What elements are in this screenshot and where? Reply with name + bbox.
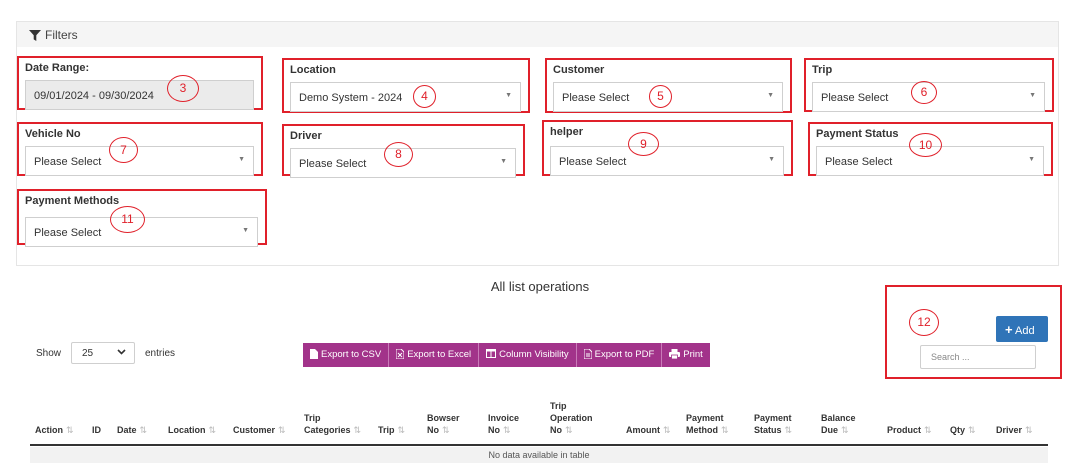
export-pdf-button[interactable]: Export to PDF: [576, 343, 663, 367]
trip-filter: Trip Please Select ▼ 6: [804, 58, 1054, 112]
helper-select[interactable]: Please Select ▼: [550, 146, 784, 176]
location-filter: Location Demo System - 2024 ▼ 4: [282, 58, 530, 113]
marker-6: 6: [911, 81, 937, 104]
caret-down-icon: ▼: [238, 156, 245, 163]
helper-filter: helper Please Select ▼ 9: [542, 120, 793, 176]
column-header[interactable]: Location ⇅: [168, 424, 216, 436]
caret-down-icon: ▼: [500, 158, 507, 165]
sort-icon: ⇅: [278, 425, 286, 435]
payment-methods-filter: Payment Methods Please Select ▼ 11: [17, 189, 267, 247]
caret-down-icon: ▼: [1029, 92, 1036, 99]
date-range-label: Date Range:: [25, 62, 90, 74]
column-header[interactable]: ID: [92, 424, 101, 436]
column-header[interactable]: Action ⇅: [35, 424, 74, 436]
date-range-input[interactable]: 09/01/2024 - 09/30/2024: [25, 80, 254, 110]
marker-5: 5: [649, 85, 672, 108]
chevron-down-icon: [117, 347, 126, 358]
plus-icon: +: [1005, 322, 1013, 337]
add-button[interactable]: + Add: [996, 316, 1048, 342]
caret-down-icon: ▼: [505, 92, 512, 99]
vehicle-no-label: Vehicle No: [25, 128, 81, 140]
date-range-filter: Date Range: 09/01/2024 - 09/30/2024 3: [17, 56, 263, 110]
driver-filter: Driver Please Select ▼ 8: [282, 124, 525, 178]
sort-icon: ⇅: [968, 425, 976, 435]
table-header: Action ⇅ ID Date ⇅ Location ⇅ Customer ⇅ Tri…: [30, 386, 1048, 446]
sort-icon: ⇅: [784, 425, 793, 435]
column-header[interactable]: Trip Operation No ⇅: [550, 400, 593, 436]
sort-icon: ⇅: [66, 425, 74, 435]
customer-label: Customer: [553, 64, 605, 76]
column-header[interactable]: Trip ⇅: [378, 424, 405, 436]
column-header[interactable]: Bowser No ⇅: [427, 412, 460, 436]
file-icon: [310, 349, 318, 359]
export-excel-button[interactable]: Export to Excel: [389, 343, 480, 367]
marker-12: 12: [909, 309, 939, 336]
marker-3: 3: [167, 75, 199, 102]
vehicle-no-select[interactable]: Please Select ▼: [25, 146, 254, 176]
sort-icon: ⇅: [442, 425, 450, 435]
sort-icon: ⇅: [139, 425, 148, 435]
marker-4: 4: [413, 85, 436, 108]
columns-icon: [486, 349, 497, 358]
show-label: Show: [36, 348, 62, 359]
caret-down-icon: ▼: [767, 92, 774, 99]
marker-8: 8: [384, 142, 413, 167]
filters-title: Filters: [29, 28, 78, 42]
location-select[interactable]: Demo System - 2024 ▼: [290, 82, 521, 112]
vehicle-no-filter: Vehicle No Please Select ▼ 7: [17, 122, 263, 176]
payment-methods-label: Payment Methods: [25, 195, 120, 207]
column-header[interactable]: Date ⇅: [117, 424, 147, 436]
payment-status-label: Payment Status: [816, 128, 899, 140]
caret-down-icon: ▼: [768, 156, 775, 163]
entries-label: entries: [145, 348, 176, 359]
trip-label: Trip: [812, 64, 833, 76]
driver-label: Driver: [290, 130, 322, 142]
printer-icon: [669, 349, 681, 359]
sort-icon: ⇅: [924, 425, 932, 435]
pdf-icon: [583, 349, 592, 359]
column-header[interactable]: Driver ⇅: [996, 424, 1033, 436]
marker-10: 10: [909, 133, 942, 157]
sort-icon: ⇅: [397, 425, 406, 435]
sort-icon: ⇅: [353, 425, 362, 435]
print-button[interactable]: Print: [662, 343, 710, 367]
column-header[interactable]: Balance Due ⇅: [821, 412, 856, 436]
sort-icon: ⇅: [208, 425, 217, 435]
sort-icon: ⇅: [841, 425, 849, 435]
excel-icon: [396, 349, 405, 359]
column-header[interactable]: Amount ⇅: [626, 424, 671, 436]
sort-icon: ⇅: [1025, 425, 1033, 435]
column-header[interactable]: Product ⇅: [887, 424, 932, 436]
helper-label: helper: [550, 126, 584, 138]
marker-7: 7: [109, 137, 138, 163]
column-header[interactable]: Customer ⇅: [233, 424, 286, 436]
search-input[interactable]: Search ...: [920, 345, 1036, 369]
column-header[interactable]: Payment Status ⇅: [754, 412, 792, 436]
location-label: Location: [290, 64, 336, 76]
export-csv-button[interactable]: Export to CSV: [303, 343, 390, 367]
column-visibility-button[interactable]: Column Visibility: [479, 343, 577, 367]
export-button-group: Export to CSV Export to Excel Column Vis…: [303, 343, 710, 367]
payment-status-filter: Payment Status Please Select ▼ 10: [808, 122, 1053, 176]
entries-length-select[interactable]: 25: [71, 342, 135, 364]
caret-down-icon: ▼: [1028, 156, 1035, 163]
sort-icon: ⇅: [503, 425, 511, 435]
sort-icon: ⇅: [663, 425, 671, 435]
column-header[interactable]: Invoice No ⇅: [488, 412, 519, 436]
column-header[interactable]: Payment Method ⇅: [686, 412, 729, 436]
sort-icon: ⇅: [721, 425, 729, 435]
empty-table-message: No data available in table: [30, 447, 1048, 463]
customer-filter: Customer Please Select ▼ 5: [545, 58, 792, 113]
filter-icon: [29, 29, 41, 41]
sort-icon: ⇅: [565, 425, 573, 435]
caret-down-icon: ▼: [242, 227, 249, 234]
marker-9: 9: [628, 132, 659, 156]
marker-11: 11: [110, 206, 145, 233]
filters-panel-header: Filters: [16, 21, 1059, 47]
column-header[interactable]: Trip Categories ⇅: [304, 412, 361, 436]
column-header[interactable]: Qty ⇅: [950, 424, 976, 436]
